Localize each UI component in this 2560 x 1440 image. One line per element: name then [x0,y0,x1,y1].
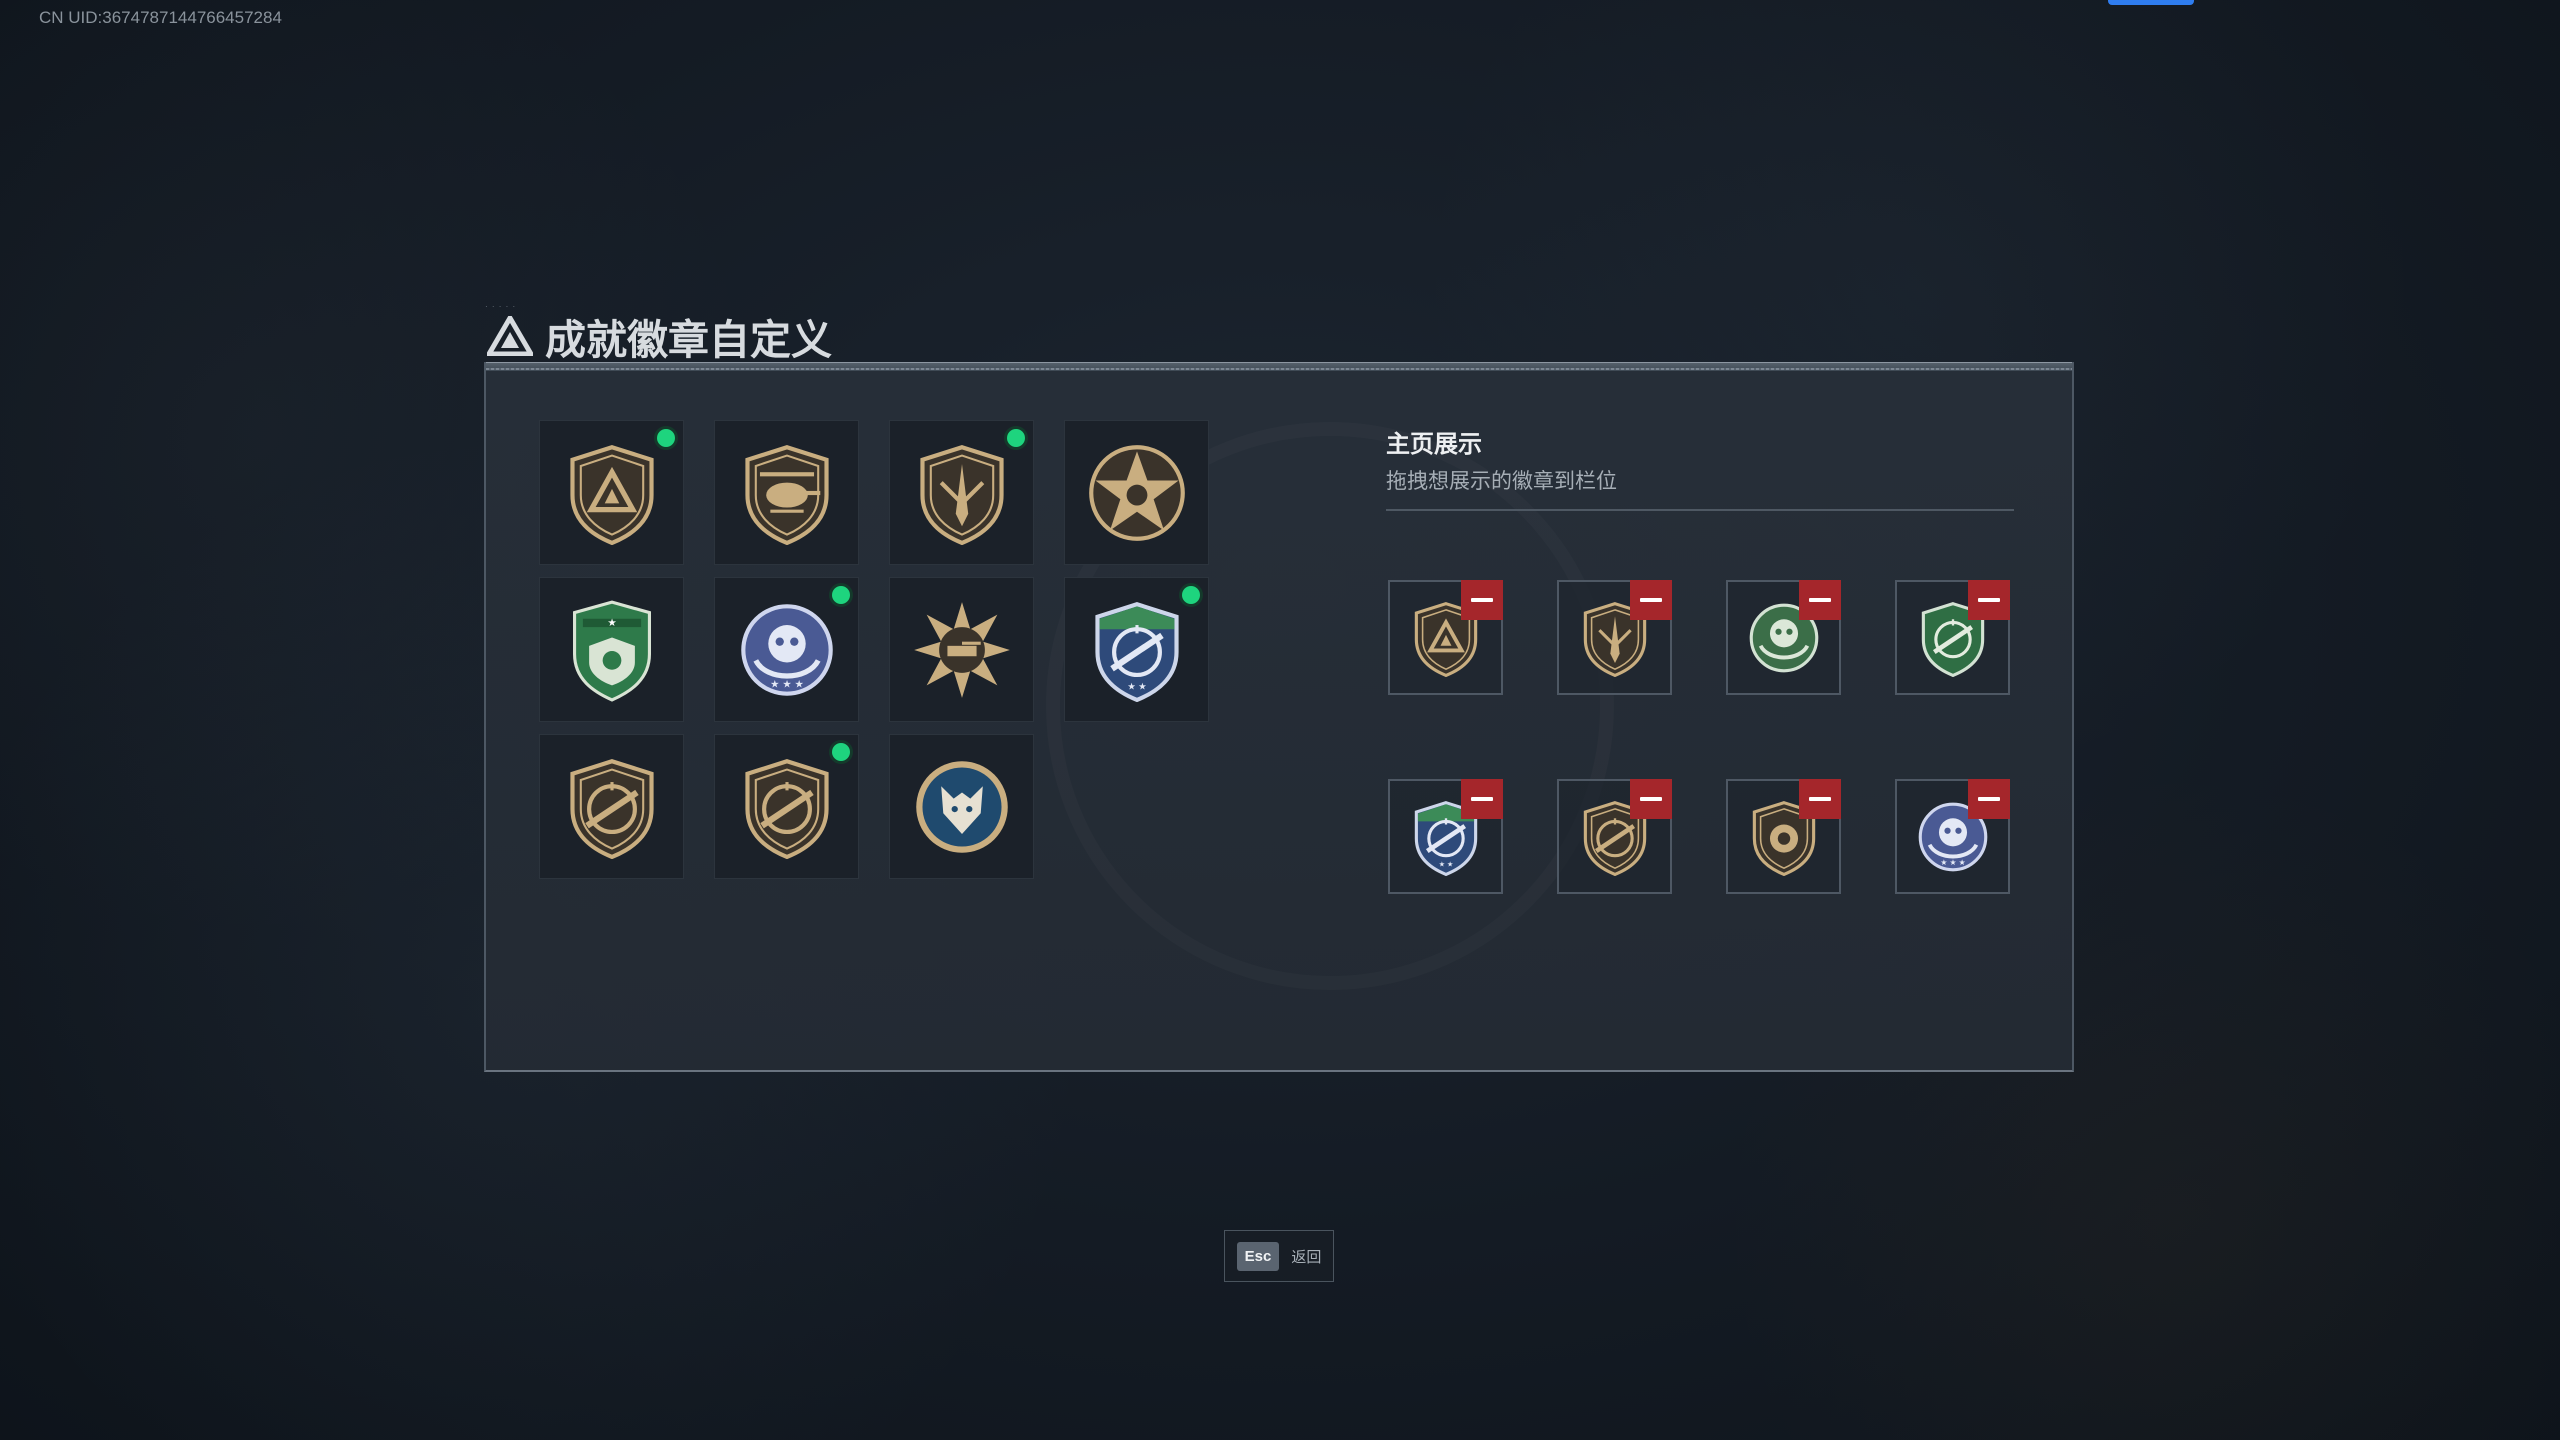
owned-badge-grid: ★ ★ ★ ★ ★ ★ [539,420,1209,879]
esc-key-hint: Esc [1236,1241,1280,1271]
back-label: 返回 [1291,1248,1322,1266]
remove-badge-button[interactable] [1461,580,1503,620]
dagger-shield-badge-icon [919,444,1004,545]
badge-cell[interactable] [714,420,859,565]
showcase-slot[interactable] [1557,580,1672,695]
wolf-emblem-badge-icon [915,760,1008,853]
dialog-title: 成就徽章自定义 [545,317,832,363]
new-indicator-dot [657,429,675,447]
tank-burst-badge-icon [913,601,1010,698]
remove-badge-button[interactable] [1799,779,1841,819]
delta-shield-badge-icon [569,444,654,545]
dialog-header: 成就徽章自定义 [487,308,832,364]
new-indicator-dot [832,743,850,761]
badge-cell[interactable] [889,577,1034,722]
svg-text:★ ★ ★: ★ ★ ★ [1940,858,1965,867]
helicopter-badge-icon [744,444,829,545]
showcase-header: 主页展示 拖拽想展示的徽章到栏位 [1386,424,2014,511]
showcase-slot[interactable] [1557,779,1672,894]
svg-text:★ ★: ★ ★ [1438,860,1453,868]
badge-cell[interactable]: ★ ★ [1064,577,1209,722]
badge-cell[interactable] [539,420,684,565]
remove-badge-button[interactable] [1461,779,1503,819]
badge-customize-panel: ★ ★ ★ ★ ★ ★ 主页展示 拖拽想展示的徽章到栏位 ★ ★ ★ ★ ★ [484,362,2074,1072]
badge-cell[interactable] [1064,420,1209,565]
panel-top-border [486,362,2072,371]
badge-cell[interactable]: ★ ★ ★ [714,577,859,722]
new-indicator-dot [1007,429,1025,447]
showcase-slot[interactable] [1726,580,1841,695]
user-uid: CN UID:3674787144766457284 [39,8,282,27]
rifle-crosshair-bronze-badge-icon [569,758,654,859]
rifle-crosshair-blue-badge-icon: ★ ★ [1094,601,1179,702]
remove-badge-button[interactable] [1968,779,2010,819]
green-star-shield-badge-icon: ★ [572,600,651,702]
svg-text:★: ★ [607,618,616,629]
svg-text:★ ★ ★: ★ ★ ★ [770,679,804,690]
showcase-title: 主页展示 [1386,431,1482,458]
rifle-crosshair-bronze-2-badge-icon [744,758,829,859]
showcase-slot[interactable] [1726,779,1841,894]
showcase-slot[interactable]: ★ ★ [1388,779,1503,894]
new-indicator-dot [832,586,850,604]
new-indicator-dot [1182,586,1200,604]
delta-logo-icon [487,316,533,356]
remove-badge-button[interactable] [1630,580,1672,620]
svg-text:★ ★: ★ ★ [1127,681,1146,691]
showcase-slot[interactable] [1388,580,1503,695]
showcase-slot[interactable]: ★ ★ ★ [1895,779,2010,894]
remove-badge-button[interactable] [1630,779,1672,819]
star-skull-badge-icon [1088,444,1185,541]
badge-cell[interactable] [889,420,1034,565]
back-button[interactable]: Esc 返回 [1224,1230,1334,1282]
badge-cell[interactable] [714,734,859,879]
badge-cell[interactable] [539,734,684,879]
showcase-slot-grid: ★ ★ ★ ★ ★ [1388,580,2010,894]
remove-badge-button[interactable] [1799,580,1841,620]
badge-cell[interactable]: ★ [539,577,684,722]
remove-badge-button[interactable] [1968,580,2010,620]
showcase-slot[interactable] [1895,580,2010,695]
badge-cell[interactable] [889,734,1034,879]
top-accent-bar [2108,0,2194,5]
skull-laurel-badge-icon: ★ ★ ★ [740,603,833,696]
showcase-subtitle: 拖拽想展示的徽章到栏位 [1386,470,1617,493]
showcase-divider [1386,509,2014,511]
